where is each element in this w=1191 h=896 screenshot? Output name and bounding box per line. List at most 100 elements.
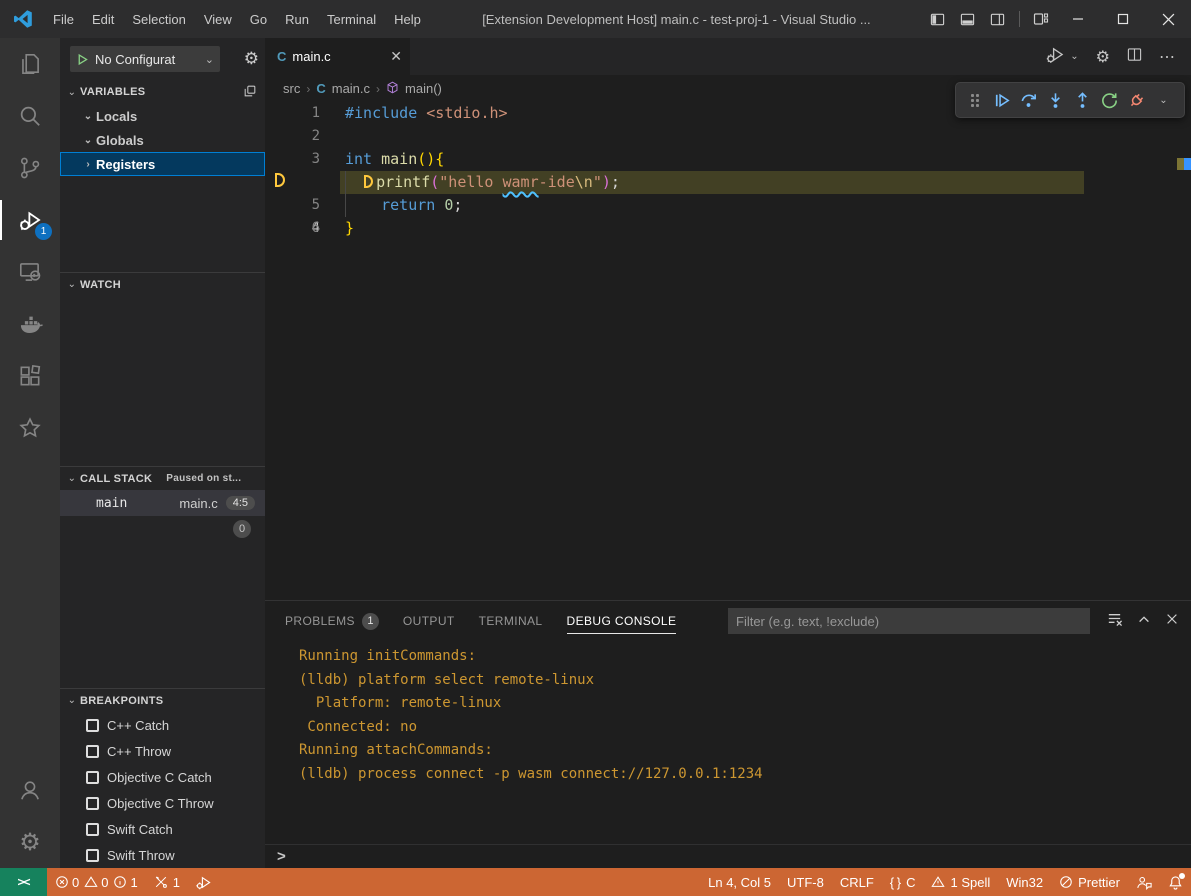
current-instruction-pointer-icon[interactable]: [275, 173, 285, 187]
checkbox[interactable]: [86, 719, 99, 732]
variables-section-header[interactable]: ⌄ VARIABLES: [60, 80, 265, 104]
copy-icon[interactable]: [243, 84, 257, 101]
menu-edit[interactable]: Edit: [83, 0, 123, 38]
console-filter-input[interactable]: [728, 608, 1090, 634]
restart-button[interactable]: [1096, 85, 1123, 115]
clear-console-icon[interactable]: [1106, 610, 1123, 632]
overview-ruler[interactable]: [1177, 102, 1191, 600]
feedback-icon[interactable]: [1128, 868, 1160, 896]
toggle-secondary-sidebar-icon[interactable]: [983, 0, 1013, 38]
platform-status[interactable]: Win32: [998, 868, 1051, 896]
gutter[interactable]: 5: [265, 194, 345, 217]
variables-item-locals[interactable]: ⌄ Locals: [60, 104, 265, 128]
step-over-button[interactable]: [1015, 85, 1042, 115]
step-into-button[interactable]: [1042, 85, 1069, 115]
more-actions-icon[interactable]: ⋯: [1159, 47, 1175, 67]
breakpoint-row[interactable]: Swift Throw: [60, 842, 265, 868]
debug-session-status[interactable]: [188, 868, 220, 896]
disconnect-button[interactable]: [1123, 85, 1150, 115]
tab-terminal[interactable]: TERMINAL: [479, 601, 543, 641]
eol-sequence[interactable]: CRLF: [832, 868, 882, 896]
ports-status[interactable]: 1: [146, 868, 188, 896]
maximize-button[interactable]: [1101, 0, 1146, 38]
gutter[interactable]: 4: [265, 171, 345, 194]
menu-run[interactable]: Run: [276, 0, 318, 38]
cursor-position[interactable]: Ln 4, Col 5: [700, 868, 779, 896]
source-control-icon[interactable]: [0, 142, 60, 194]
checkbox[interactable]: [86, 823, 99, 836]
close-panel-icon[interactable]: [1165, 612, 1179, 631]
gutter[interactable]: 6: [265, 217, 345, 240]
code-line-6[interactable]: 6 }: [265, 217, 1191, 240]
breakpoint-row[interactable]: Objective C Throw: [60, 790, 265, 816]
breakpoint-row[interactable]: C++ Throw: [60, 738, 265, 764]
step-out-button[interactable]: [1069, 85, 1096, 115]
menu-go[interactable]: Go: [241, 0, 276, 38]
configure-gear-icon[interactable]: ⚙: [244, 49, 259, 69]
call-stack-section-header[interactable]: ⌄ CALL STACK Paused on st...: [60, 466, 265, 490]
menu-help[interactable]: Help: [385, 0, 430, 38]
menu-view[interactable]: View: [195, 0, 241, 38]
breakpoint-row[interactable]: Objective C Catch: [60, 764, 265, 790]
code-editor[interactable]: 1 #include <stdio.h> 2 3 int main(){ 4 p…: [265, 102, 1191, 600]
variables-item-globals[interactable]: ⌄ Globals: [60, 128, 265, 152]
code-line-2[interactable]: 2: [265, 125, 1191, 148]
gutter[interactable]: 1: [265, 102, 345, 125]
search-icon[interactable]: [0, 90, 60, 142]
gutter[interactable]: 3: [265, 148, 345, 171]
settings-gear-icon[interactable]: ⚙: [1096, 49, 1110, 65]
encoding[interactable]: UTF-8: [779, 868, 832, 896]
checkbox[interactable]: [86, 745, 99, 758]
menu-terminal[interactable]: Terminal: [318, 0, 385, 38]
checkbox[interactable]: [86, 771, 99, 784]
customize-layout-icon[interactable]: [1026, 0, 1056, 38]
tab-close-icon[interactable]: ✕: [390, 48, 402, 65]
toggle-sidebar-icon[interactable]: [923, 0, 953, 38]
maximize-panel-chevron-icon[interactable]: [1137, 612, 1151, 631]
accounts-icon[interactable]: [0, 764, 60, 816]
split-editor-icon[interactable]: [1127, 47, 1142, 67]
docker-icon[interactable]: [0, 298, 60, 350]
run-or-debug-icon[interactable]: [1046, 46, 1065, 68]
menu-selection[interactable]: Selection: [123, 0, 194, 38]
checkbox[interactable]: [86, 849, 99, 862]
remote-indicator[interactable]: ><: [0, 868, 47, 896]
code-line-3[interactable]: 3 int main(){: [265, 148, 1191, 171]
toolbar-more-chevron-icon[interactable]: ⌄: [1150, 85, 1177, 115]
debug-console-output[interactable]: Running initCommands: (lldb) platform se…: [265, 641, 1191, 844]
tab-debug-console[interactable]: DEBUG CONSOLE: [567, 601, 677, 641]
language-mode[interactable]: { } C: [882, 868, 924, 896]
run-and-debug-icon[interactable]: 1: [0, 194, 60, 246]
star-icon[interactable]: [0, 402, 60, 454]
menu-file[interactable]: File: [44, 0, 83, 38]
extensions-icon[interactable]: [0, 350, 60, 402]
code-line-5[interactable]: 5 return 0;: [265, 194, 1191, 217]
breadcrumb-file[interactable]: main.c: [332, 81, 370, 96]
breakpoint-row[interactable]: C++ Catch: [60, 712, 265, 738]
tab-problems[interactable]: PROBLEMS 1: [285, 601, 379, 641]
remote-explorer-icon[interactable]: [0, 246, 60, 298]
toolbar-drag-grip[interactable]: [961, 85, 988, 115]
console-input-row[interactable]: >: [265, 844, 1191, 868]
launch-config-dropdown[interactable]: No Configurat ⌄: [70, 46, 220, 72]
notifications-bell-icon[interactable]: [1160, 868, 1191, 896]
spell-checker-status[interactable]: 1 Spell: [923, 868, 998, 896]
checkbox[interactable]: [86, 797, 99, 810]
chevron-down-icon[interactable]: ⌄: [1070, 51, 1078, 62]
breadcrumb-symbol[interactable]: main(): [405, 81, 442, 96]
continue-button[interactable]: [988, 85, 1015, 115]
settings-gear-icon[interactable]: ⚙: [0, 816, 60, 868]
watch-section-header[interactable]: ⌄ WATCH: [60, 272, 265, 296]
breadcrumb-folder[interactable]: src: [283, 81, 300, 96]
start-debug-icon[interactable]: [76, 53, 89, 66]
code-line-4-current[interactable]: 4 printf("hello wamr-ide\n");: [265, 171, 1191, 194]
tab-output[interactable]: OUTPUT: [403, 601, 455, 641]
variables-item-registers[interactable]: › Registers: [60, 152, 265, 176]
minimize-button[interactable]: [1056, 0, 1101, 38]
close-button[interactable]: [1146, 0, 1191, 38]
problems-status[interactable]: 0 0 1: [47, 868, 146, 896]
formatter-status[interactable]: Prettier: [1051, 868, 1128, 896]
gutter[interactable]: 2: [265, 125, 345, 148]
breakpoint-row[interactable]: Swift Catch: [60, 816, 265, 842]
tab-main-c[interactable]: C main.c ✕: [265, 38, 410, 75]
